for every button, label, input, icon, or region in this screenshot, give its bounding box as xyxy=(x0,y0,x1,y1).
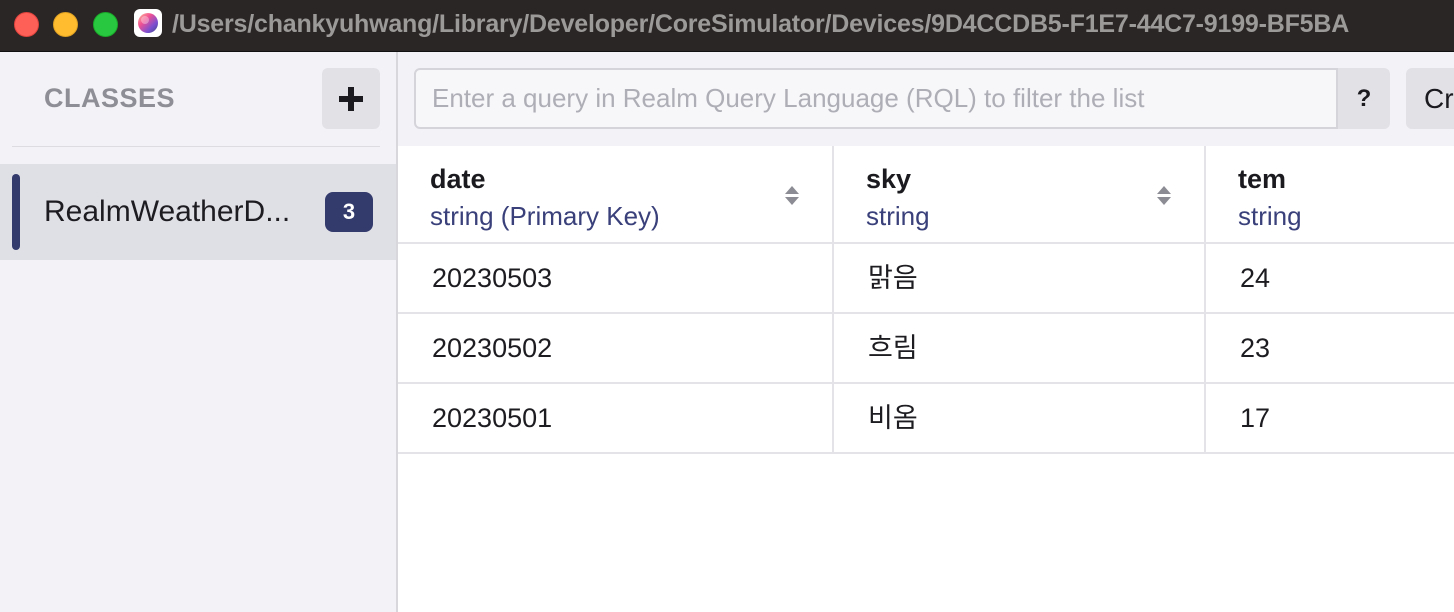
cell-sky[interactable]: 맑음 xyxy=(834,244,1204,312)
sidebar-header: CLASSES xyxy=(0,52,396,147)
table-row[interactable]: 20230503 맑음 24 xyxy=(398,244,1454,314)
classes-heading: CLASSES xyxy=(44,83,176,113)
cell-date[interactable]: 20230501 xyxy=(398,384,832,452)
add-class-button[interactable] xyxy=(322,68,380,129)
minimize-window-button[interactable] xyxy=(53,12,78,37)
column-type: string xyxy=(1238,201,1302,231)
column-divider xyxy=(832,244,834,314)
column-divider xyxy=(1204,314,1206,384)
column-divider[interactable] xyxy=(1204,146,1206,244)
rql-query-input[interactable] xyxy=(414,68,1338,129)
app-window: /Users/chankyuhwang/Library/Developer/Co… xyxy=(0,0,1454,612)
close-window-button[interactable] xyxy=(14,12,39,37)
cell-tem[interactable]: 23 xyxy=(1206,314,1454,382)
column-name: sky xyxy=(866,164,912,194)
column-divider[interactable] xyxy=(832,146,834,244)
maximize-window-button[interactable] xyxy=(93,12,118,37)
column-divider xyxy=(832,384,834,454)
column-divider xyxy=(1204,384,1206,454)
cell-tem[interactable]: 24 xyxy=(1206,244,1454,312)
column-type: string (Primary Key) xyxy=(430,201,660,231)
query-help-button[interactable]: ? xyxy=(1338,68,1390,129)
table-header: date string (Primary Key) sky string tem… xyxy=(398,146,1454,244)
table-row[interactable]: 20230502 흐림 23 xyxy=(398,314,1454,384)
column-header-tem[interactable]: tem string xyxy=(1206,146,1454,242)
sidebar-divider xyxy=(12,146,380,147)
cell-date[interactable]: 20230502 xyxy=(398,314,832,382)
sort-icon[interactable] xyxy=(785,186,799,206)
column-header-sky[interactable]: sky string xyxy=(834,146,1204,242)
plus-icon xyxy=(339,87,363,111)
table-row[interactable]: 20230501 비옴 17 xyxy=(398,384,1454,454)
column-header-date[interactable]: date string (Primary Key) xyxy=(398,146,832,242)
main-content: ? Cr date string (Primary Key) sky strin… xyxy=(398,52,1454,612)
cell-sky[interactable]: 비옴 xyxy=(834,384,1204,452)
query-toolbar: ? Cr xyxy=(398,52,1454,146)
classes-sidebar: CLASSES RealmWeatherD... 3 xyxy=(0,52,398,612)
cell-tem[interactable]: 17 xyxy=(1206,384,1454,452)
column-divider xyxy=(1204,244,1206,314)
title-bar[interactable]: /Users/chankyuhwang/Library/Developer/Co… xyxy=(0,0,1454,52)
selected-indicator xyxy=(12,174,20,250)
cell-date[interactable]: 20230503 xyxy=(398,244,832,312)
object-count-badge: 3 xyxy=(325,192,373,232)
realm-studio-app-icon xyxy=(134,9,162,37)
column-type: string xyxy=(866,201,930,231)
objects-table: date string (Primary Key) sky string tem… xyxy=(398,146,1454,454)
class-item-realm-weather[interactable]: RealmWeatherD... 3 xyxy=(0,164,396,260)
column-divider xyxy=(832,314,834,384)
column-name: tem xyxy=(1238,164,1287,194)
window-title: /Users/chankyuhwang/Library/Developer/Co… xyxy=(172,10,1350,38)
column-name: date xyxy=(430,164,486,194)
cell-sky[interactable]: 흐림 xyxy=(834,314,1204,382)
create-object-button[interactable]: Cr xyxy=(1406,68,1454,129)
sort-icon[interactable] xyxy=(1157,186,1171,206)
class-name: RealmWeatherD... xyxy=(44,195,291,228)
